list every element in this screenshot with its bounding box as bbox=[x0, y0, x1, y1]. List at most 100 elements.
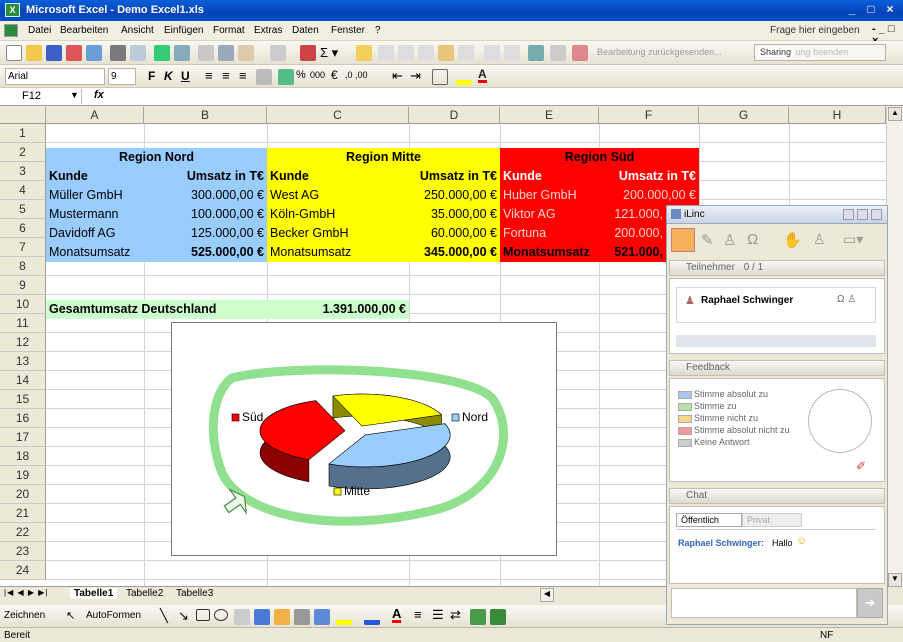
feedback-option-1[interactable]: Stimme absolut zu bbox=[678, 389, 768, 399]
rectangle-icon[interactable] bbox=[196, 609, 210, 621]
mitte-sum-label[interactable]: Monatsumsatz bbox=[267, 243, 409, 261]
mitte-kunde-1[interactable]: West AG bbox=[267, 186, 409, 204]
diagram-icon[interactable] bbox=[274, 609, 290, 625]
align-center-icon[interactable]: ≡ bbox=[222, 68, 230, 83]
sued-kunde-1[interactable]: Huber GmbH bbox=[500, 186, 599, 204]
chat-input[interactable] bbox=[671, 588, 857, 618]
total-label[interactable]: Gesamtumsatz Deutschland bbox=[46, 300, 267, 318]
column-header-a[interactable]: A bbox=[46, 107, 144, 124]
row-header-22[interactable]: 22 bbox=[0, 523, 46, 542]
permission-icon[interactable] bbox=[66, 45, 82, 61]
row-header-2[interactable]: 2 bbox=[0, 143, 46, 162]
open-icon[interactable] bbox=[26, 45, 42, 61]
underline-icon[interactable]: U bbox=[181, 69, 190, 83]
lamp-icon[interactable]: ♙ bbox=[813, 231, 826, 248]
headset-icon[interactable]: Ω bbox=[747, 231, 758, 248]
oval-icon[interactable] bbox=[214, 609, 228, 621]
participants-header[interactable]: Teilnehmer 0 / 1 bbox=[669, 260, 885, 276]
align-right-icon[interactable]: ≡ bbox=[239, 68, 247, 83]
tb-icon-d[interactable] bbox=[438, 45, 454, 61]
row-header-8[interactable]: 8 bbox=[0, 257, 46, 276]
hscroll-left-icon[interactable]: ◀ bbox=[540, 588, 554, 602]
menu-help[interactable]: ? bbox=[375, 25, 381, 36]
row-header-14[interactable]: 14 bbox=[0, 371, 46, 390]
column-header-b[interactable]: B bbox=[144, 107, 267, 124]
total-value[interactable]: 1.391.000,00 € bbox=[267, 300, 409, 318]
menu-datei[interactable]: Datei bbox=[28, 25, 51, 36]
mitte-umsatz-1[interactable]: 250.000,00 € bbox=[409, 186, 500, 204]
name-box-dropdown-icon[interactable]: ▼ bbox=[70, 90, 79, 100]
menu-ansicht[interactable]: Ansicht bbox=[121, 25, 154, 36]
row-header-21[interactable]: 21 bbox=[0, 504, 46, 523]
vertical-scrollbar[interactable]: ▲ ▼ bbox=[886, 107, 903, 587]
increase-decimal-icon[interactable]: ,0 ,00 bbox=[345, 70, 368, 80]
row-header-17[interactable]: 17 bbox=[0, 428, 46, 447]
tb-icon-j[interactable] bbox=[572, 45, 588, 61]
row-header-6[interactable]: 6 bbox=[0, 219, 46, 238]
feedback-option-2[interactable]: Stimme zu bbox=[678, 401, 737, 411]
eraser-icon[interactable]: ✐ bbox=[856, 459, 866, 473]
sued-umsatz-2[interactable]: 121.000, bbox=[599, 205, 666, 223]
feedback-option-3[interactable]: Stimme nicht zu bbox=[678, 413, 758, 423]
mitte-header-umsatz[interactable]: Umsatz in T€ bbox=[409, 167, 500, 185]
nord-kunde-3[interactable]: Davidoff AG bbox=[46, 224, 144, 242]
tab-tabelle2[interactable]: Tabelle2 bbox=[126, 588, 163, 599]
column-header-g[interactable]: G bbox=[699, 107, 789, 124]
chat-tab-private[interactable]: Privat bbox=[742, 513, 802, 527]
increase-indent-icon[interactable]: ⇥ bbox=[410, 68, 421, 84]
tb-icon-i[interactable] bbox=[550, 45, 566, 61]
bold-icon[interactable]: F bbox=[148, 69, 155, 83]
sued-kunde-2[interactable]: Viktor AG bbox=[500, 205, 599, 223]
dash-style-icon[interactable]: ☰ bbox=[432, 607, 444, 623]
nord-sum-label[interactable]: Monatsumsatz bbox=[46, 243, 144, 261]
sued-umsatz-3[interactable]: 200.000, bbox=[599, 224, 666, 242]
mitte-kunde-3[interactable]: Becker GmbH bbox=[267, 224, 409, 242]
column-header-f[interactable]: F bbox=[599, 107, 699, 124]
participant-tools-bar[interactable] bbox=[676, 335, 876, 347]
line-color-icon[interactable] bbox=[364, 609, 380, 625]
sued-header-kunde[interactable]: Kunde bbox=[500, 167, 599, 185]
nord-kunde-2[interactable]: Mustermann bbox=[46, 205, 144, 223]
mitte-umsatz-3[interactable]: 60.000,00 € bbox=[409, 224, 500, 242]
thousands-icon[interactable]: 000 bbox=[310, 70, 325, 80]
mitte-sum[interactable]: 345.000,00 € bbox=[400, 243, 500, 261]
feedback-option-4[interactable]: Stimme absolut nicht zu bbox=[678, 425, 790, 435]
menu-extras[interactable]: Extras bbox=[254, 25, 282, 36]
feedback-header[interactable]: Feedback bbox=[669, 360, 885, 376]
ilinc-titlebar[interactable]: iLinc bbox=[667, 206, 887, 224]
formula-input[interactable] bbox=[112, 90, 892, 104]
presenter-avatar-icon[interactable] bbox=[671, 228, 695, 252]
arrow-style-icon[interactable]: ⇄ bbox=[450, 607, 461, 623]
clipart-icon[interactable] bbox=[294, 609, 310, 625]
nord-kunde-1[interactable]: Müller GmbH bbox=[46, 186, 144, 204]
feedback-option-5[interactable]: Keine Antwort bbox=[678, 437, 750, 447]
nord-header-kunde[interactable]: Kunde bbox=[46, 167, 144, 185]
mitte-header-kunde[interactable]: Kunde bbox=[267, 167, 409, 185]
tab-tabelle1[interactable]: Tabelle1 bbox=[70, 588, 118, 599]
sued-kunde-3[interactable]: Fortuna bbox=[500, 224, 599, 242]
tools-icon[interactable]: ✎ bbox=[701, 231, 714, 249]
tb-icon-b[interactable] bbox=[398, 45, 414, 61]
font-color-icon[interactable]: A bbox=[478, 68, 487, 83]
fx-icon[interactable]: fx bbox=[94, 89, 104, 101]
autoshapes-menu[interactable]: AutoFormen bbox=[86, 610, 141, 621]
draw-menu[interactable]: Zeichnen bbox=[4, 610, 45, 621]
percent-icon[interactable]: % bbox=[296, 69, 306, 81]
mitte-umsatz-2[interactable]: 35.000,00 € bbox=[409, 205, 500, 223]
align-left-icon[interactable]: ≡ bbox=[205, 68, 213, 83]
close-button[interactable]: × bbox=[881, 2, 899, 18]
new-icon[interactable] bbox=[6, 45, 22, 61]
tb-icon-h[interactable] bbox=[528, 45, 544, 61]
screen-icon[interactable]: ▭▾ bbox=[843, 231, 863, 248]
cut-icon[interactable] bbox=[198, 45, 214, 61]
email-icon[interactable] bbox=[86, 45, 102, 61]
help-search-input[interactable]: Frage hier eingeben bbox=[770, 25, 860, 36]
preview-icon[interactable] bbox=[130, 45, 146, 61]
nord-umsatz-1[interactable]: 300.000,00 € bbox=[144, 186, 267, 204]
select-all-corner[interactable] bbox=[0, 107, 46, 124]
tb-icon-a[interactable] bbox=[378, 45, 394, 61]
row-header-9[interactable]: 9 bbox=[0, 276, 46, 295]
column-header-e[interactable]: E bbox=[500, 107, 599, 124]
draw-font-color-icon[interactable]: A bbox=[392, 607, 402, 623]
row-header-20[interactable]: 20 bbox=[0, 485, 46, 504]
